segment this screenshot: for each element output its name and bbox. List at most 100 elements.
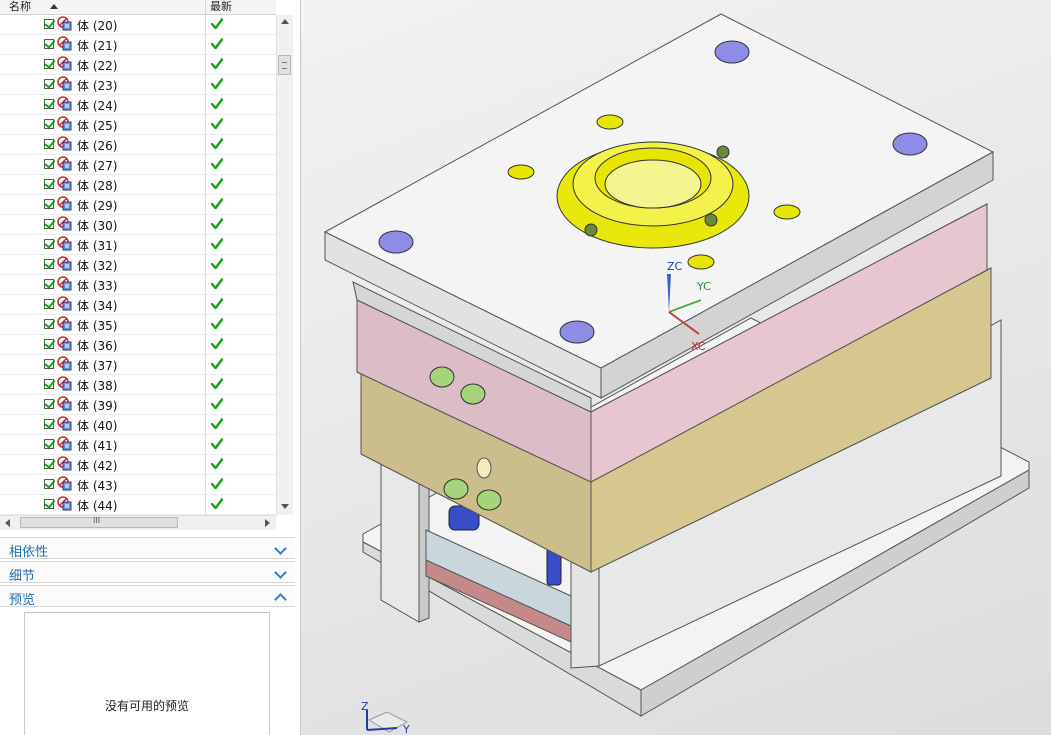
checkbox-checked-icon[interactable]	[44, 299, 54, 309]
tree-row-body[interactable]: 体 (38)	[0, 375, 276, 395]
tree-row-body[interactable]: 体 (24)	[0, 95, 276, 115]
green-check-icon	[211, 78, 223, 90]
checkbox-checked-icon[interactable]	[44, 379, 54, 389]
checkbox-checked-icon[interactable]	[44, 99, 54, 109]
solid-body-icon	[57, 16, 72, 31]
green-check-icon	[211, 18, 223, 30]
green-check-icon	[211, 318, 223, 330]
tree-row-body[interactable]: 体 (22)	[0, 55, 276, 75]
checkbox-checked-icon[interactable]	[44, 79, 54, 89]
tree-row-body[interactable]: 体 (44)	[0, 495, 276, 515]
tree-row-label: 体 (25)	[77, 119, 118, 133]
tree-row-body[interactable]: 体 (34)	[0, 295, 276, 315]
tree-row-body[interactable]: 体 (20)	[0, 15, 276, 35]
tree-row-body[interactable]: 体 (26)	[0, 135, 276, 155]
checkbox-checked-icon[interactable]	[44, 159, 54, 169]
tree-row-body[interactable]: 体 (35)	[0, 315, 276, 335]
scroll-up-arrow-icon[interactable]	[281, 19, 289, 24]
tree-row-label: 体 (38)	[77, 379, 118, 393]
tree-row-body[interactable]: 体 (21)	[0, 35, 276, 55]
graphics-viewport[interactable]: ZC YC XC Z Y	[301, 0, 1051, 735]
green-check-icon	[211, 238, 223, 250]
checkbox-checked-icon[interactable]	[44, 39, 54, 49]
tree-row-label: 体 (32)	[77, 259, 118, 273]
tree-row-label: 体 (39)	[77, 399, 118, 413]
checkbox-checked-icon[interactable]	[44, 239, 54, 249]
mold-assembly-model[interactable]: ZC YC XC Z Y	[301, 0, 1051, 735]
tree-row-body[interactable]: 体 (42)	[0, 455, 276, 475]
checkbox-checked-icon[interactable]	[44, 219, 54, 229]
column-header-name[interactable]: 名称	[9, 0, 31, 14]
tree-row-label: 体 (31)	[77, 239, 118, 253]
tree-row-label: 体 (26)	[77, 139, 118, 153]
checkbox-checked-icon[interactable]	[44, 259, 54, 269]
tree-row-body[interactable]: 体 (27)	[0, 155, 276, 175]
checkbox-checked-icon[interactable]	[44, 59, 54, 69]
checkbox-checked-icon[interactable]	[44, 179, 54, 189]
horizontal-scrollbar[interactable]: III	[0, 515, 276, 530]
tree-header: 名称 最新	[0, 0, 276, 15]
checkbox-checked-icon[interactable]	[44, 359, 54, 369]
tree-row-body[interactable]: 体 (30)	[0, 215, 276, 235]
checkbox-checked-icon[interactable]	[44, 399, 54, 409]
green-check-icon	[211, 138, 223, 150]
section-dependencies[interactable]: 相依性	[0, 537, 295, 560]
tree-row-label: 体 (23)	[77, 79, 118, 93]
scroll-left-arrow-icon[interactable]	[5, 519, 10, 527]
tree-row-body[interactable]: 体 (41)	[0, 435, 276, 455]
tree-row-body[interactable]: 体 (28)	[0, 175, 276, 195]
checkbox-checked-icon[interactable]	[44, 339, 54, 349]
solid-body-icon	[57, 136, 72, 151]
tree-row-body[interactable]: 体 (23)	[0, 75, 276, 95]
solid-body-icon	[57, 276, 72, 291]
horizontal-scroll-thumb[interactable]: III	[20, 516, 178, 528]
tree-row-label: 体 (40)	[77, 419, 118, 433]
tree-row-body[interactable]: 体 (37)	[0, 355, 276, 375]
checkbox-checked-icon[interactable]	[44, 119, 54, 129]
tree-row-label: 体 (37)	[77, 359, 118, 373]
scroll-down-arrow-icon[interactable]	[281, 504, 289, 509]
section-title: 细节	[9, 569, 36, 584]
tree-row-body[interactable]: 体 (39)	[0, 395, 276, 415]
green-check-icon	[211, 218, 223, 230]
checkbox-checked-icon[interactable]	[44, 479, 54, 489]
checkbox-checked-icon[interactable]	[44, 419, 54, 429]
tree-row-label: 体 (30)	[77, 219, 118, 233]
chevron-up-icon[interactable]	[274, 593, 287, 606]
checkbox-checked-icon[interactable]	[44, 19, 54, 29]
green-check-icon	[211, 478, 223, 490]
checkbox-checked-icon[interactable]	[44, 279, 54, 289]
green-check-icon	[211, 298, 223, 310]
body-tree-list: 体 (20) 体 (21) 体 (22) 体 (23) 体 (24) 体 (25) 体 (2…	[0, 15, 276, 515]
vertical-scroll-thumb[interactable]	[278, 55, 291, 75]
checkbox-checked-icon[interactable]	[44, 459, 54, 469]
preview-area: 没有可用的预览	[24, 612, 270, 735]
tree-row-body[interactable]: 体 (25)	[0, 115, 276, 135]
tree-row-label: 体 (28)	[77, 179, 118, 193]
scroll-right-arrow-icon[interactable]	[265, 519, 270, 527]
tree-row-body[interactable]: 体 (29)	[0, 195, 276, 215]
tree-row-body[interactable]: 体 (40)	[0, 415, 276, 435]
checkbox-checked-icon[interactable]	[44, 439, 54, 449]
checkbox-checked-icon[interactable]	[44, 499, 54, 509]
checkbox-checked-icon[interactable]	[44, 139, 54, 149]
section-details[interactable]: 细节	[0, 561, 295, 584]
solid-body-icon	[57, 96, 72, 111]
view-triad[interactable]	[366, 710, 409, 733]
sort-ascending-icon[interactable]	[50, 4, 58, 9]
checkbox-checked-icon[interactable]	[44, 199, 54, 209]
chevron-down-icon[interactable]	[274, 566, 287, 579]
vertical-scrollbar[interactable]	[276, 15, 293, 515]
tree-row-body[interactable]: 体 (31)	[0, 235, 276, 255]
tree-row-body[interactable]: 体 (43)	[0, 475, 276, 495]
section-title: 预览	[9, 593, 36, 608]
column-header-latest[interactable]: 最新	[210, 0, 232, 14]
solid-body-icon	[57, 56, 72, 71]
tree-row-body[interactable]: 体 (32)	[0, 255, 276, 275]
section-preview[interactable]: 预览	[0, 585, 295, 608]
chevron-down-icon[interactable]	[274, 542, 287, 555]
tree-row-body[interactable]: 体 (36)	[0, 335, 276, 355]
csys-label-xc: XC	[691, 340, 706, 353]
tree-row-body[interactable]: 体 (33)	[0, 275, 276, 295]
checkbox-checked-icon[interactable]	[44, 319, 54, 329]
